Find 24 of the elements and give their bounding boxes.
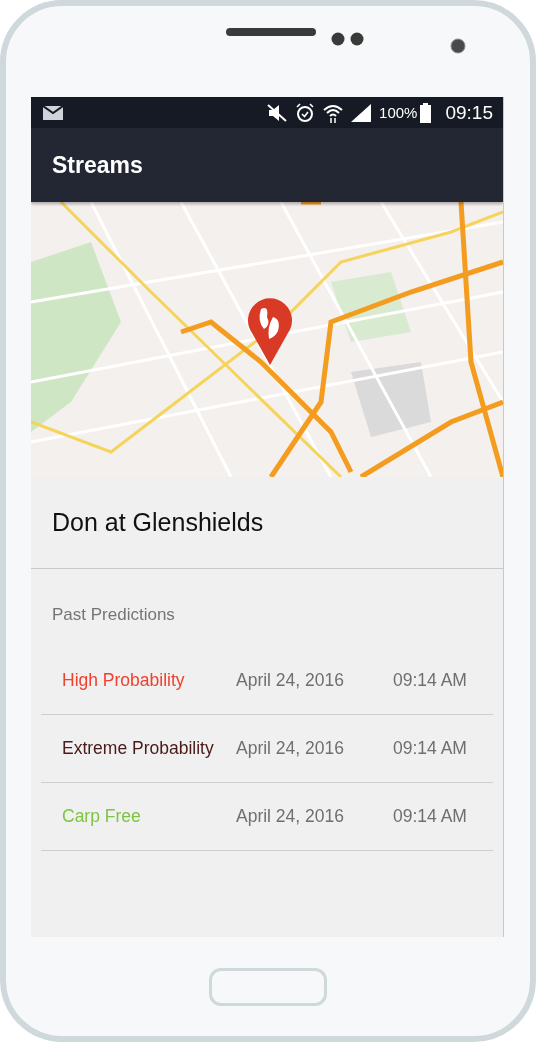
battery-level: 100% bbox=[379, 104, 418, 121]
mute-icon bbox=[267, 103, 288, 122]
prediction-date: April 24, 2016 bbox=[236, 670, 345, 691]
signal-icon bbox=[351, 103, 372, 122]
camera-icon bbox=[450, 38, 466, 54]
section-title: Past Predictions bbox=[52, 605, 175, 624]
prediction-label: High Probability bbox=[61, 670, 186, 691]
app-title: Streams bbox=[52, 151, 143, 179]
alarm-icon bbox=[295, 102, 316, 123]
status-time: 09:15 bbox=[445, 101, 493, 124]
battery-icon bbox=[420, 102, 432, 123]
prediction-date: April 24, 2016 bbox=[236, 738, 345, 759]
prediction-date: April 24, 2016 bbox=[236, 806, 345, 827]
home-button[interactable] bbox=[209, 967, 327, 1006]
prediction-label: Extreme Probability bbox=[61, 738, 215, 759]
map-pin-icon bbox=[247, 295, 293, 365]
mail-icon bbox=[43, 105, 63, 120]
prediction-time: 09:14 AM bbox=[393, 738, 467, 759]
prediction-label: Carp Free bbox=[61, 806, 142, 827]
prediction-time: 09:14 AM bbox=[393, 806, 467, 827]
stream-name: Don at Glenshields bbox=[52, 508, 264, 537]
sensor-icon bbox=[331, 32, 365, 46]
prediction-time: 09:14 AM bbox=[393, 670, 467, 691]
wifi-icon bbox=[323, 102, 344, 123]
